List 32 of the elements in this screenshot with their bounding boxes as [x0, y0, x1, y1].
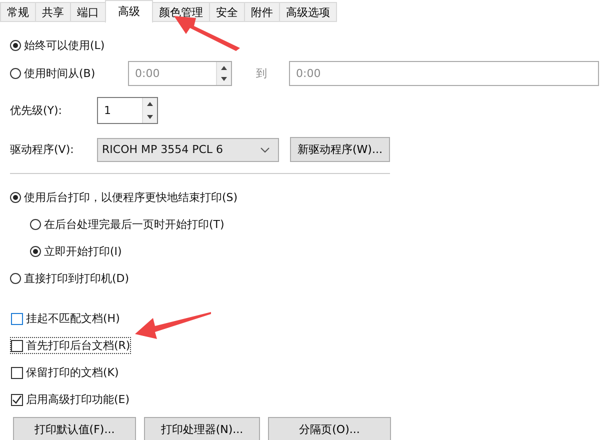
radio-option[interactable]: 使用后台打印，以便程序更快地结束打印(S) [10, 190, 238, 205]
checkbox-option[interactable]: 挂起不匹配文档(H) [10, 310, 121, 327]
tab[interactable]: 安全 [209, 2, 245, 22]
tab[interactable]: 高级 [105, 0, 153, 23]
down-arrow-icon[interactable] [147, 114, 153, 119]
priority-spinner[interactable]: 1 [97, 97, 158, 124]
dialog-button[interactable]: 打印默认值(F)... [13, 417, 136, 440]
up-arrow-icon[interactable] [147, 102, 153, 106]
checkbox-option[interactable]: 保留打印的文档(K) [10, 364, 120, 381]
dialog-button[interactable]: 打印处理器(N)... [144, 417, 260, 440]
tab[interactable]: 高级选项 [279, 2, 337, 22]
to-label: 到 [256, 66, 267, 81]
priority-label: 优先级(Y): [10, 103, 64, 118]
driver-dropdown[interactable]: RICOH MP 3554 PCL 6 [97, 138, 279, 162]
checkbox-option[interactable]: 首先打印后台文档(R) [10, 337, 132, 354]
checkbox-option[interactable]: 启用高级打印功能(E) [10, 391, 131, 408]
tab[interactable]: 附件 [244, 2, 280, 22]
radio-option[interactable]: 使用时间从(B) [10, 66, 128, 81]
down-arrow-icon[interactable] [221, 77, 227, 82]
radio-option[interactable]: 始终可以使用(L) [10, 38, 105, 53]
tab[interactable]: 端口 [70, 2, 106, 22]
tab[interactable]: 常规 [0, 2, 36, 22]
radio-option[interactable]: 立即开始打印(I) [30, 244, 122, 259]
radio-option[interactable]: 在后台处理完最后一页时开始打印(T) [30, 217, 224, 232]
radio-option[interactable]: 直接打印到打印机(D) [10, 271, 130, 286]
new-driver-button[interactable]: 新驱动程序(W)... [290, 137, 390, 162]
dialog-button[interactable]: 分隔页(O)... [268, 417, 391, 440]
up-arrow-icon[interactable] [221, 66, 227, 70]
driver-label: 驱动程序(V): [10, 142, 75, 157]
checkmark-icon [12, 394, 22, 404]
tab[interactable]: 共享 [35, 2, 71, 22]
chevron-icon [260, 146, 270, 152]
